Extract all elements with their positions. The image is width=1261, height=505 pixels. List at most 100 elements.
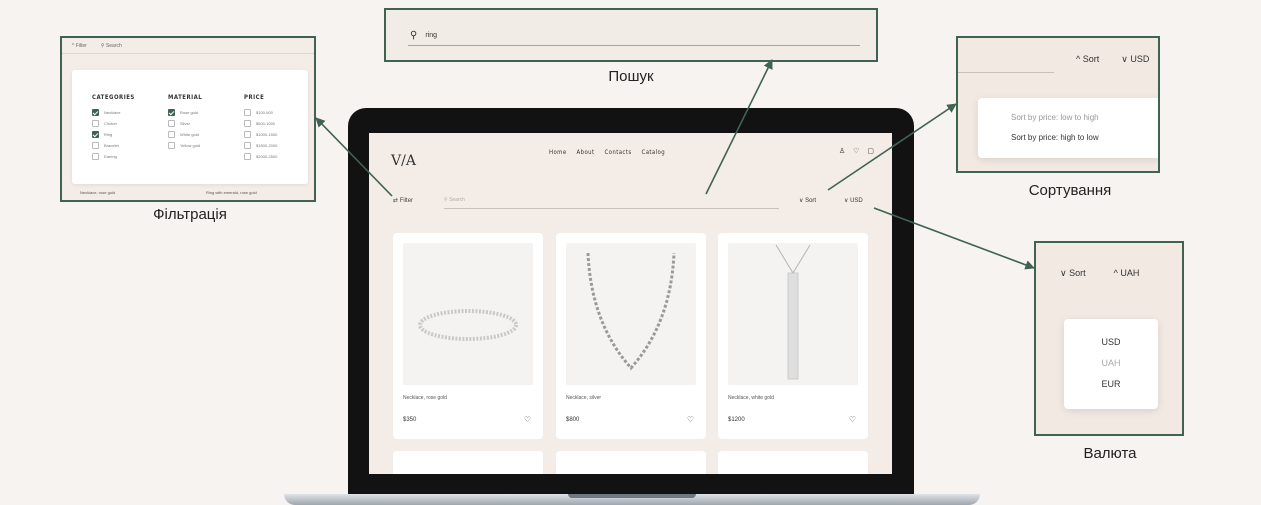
sort-toolbar: ^ Sort ∨ USD bbox=[1076, 54, 1149, 65]
search-field[interactable]: ⚲ ring bbox=[410, 30, 437, 41]
nav-catalog[interactable]: Catalog bbox=[642, 149, 666, 156]
heart-icon[interactable]: ♡ bbox=[853, 147, 859, 155]
user-icon[interactable]: ♙ bbox=[839, 147, 845, 155]
checkbox-icon[interactable] bbox=[168, 120, 175, 127]
product-image bbox=[403, 243, 533, 385]
sort-option-low-high[interactable]: Sort by price: low to high bbox=[1011, 113, 1158, 133]
nav-home[interactable]: Home bbox=[549, 149, 567, 156]
checkbox-icon[interactable] bbox=[168, 131, 175, 138]
filter-column-title: MATERIAL bbox=[168, 94, 203, 101]
checkbox-icon[interactable] bbox=[92, 120, 99, 127]
filter-option[interactable]: $500-1000 bbox=[244, 118, 277, 129]
currency-button[interactable]: ^ UAH bbox=[1114, 268, 1140, 279]
product-price: $350 bbox=[403, 417, 417, 423]
filter-toggle[interactable]: ^ Filter bbox=[72, 43, 87, 49]
filter-callout: ^ Filter ⚲ Search CATEGORIES Necklace Ch… bbox=[60, 36, 316, 202]
product-name: Necklace, silver bbox=[566, 395, 602, 401]
product-card[interactable]: Necklace, silver $800 ♡ bbox=[556, 233, 706, 439]
currency-option-uah[interactable]: UAH bbox=[1064, 358, 1158, 379]
filter-option[interactable]: Choker bbox=[92, 118, 135, 129]
checkbox-checked-icon[interactable] bbox=[168, 109, 175, 116]
cart-icon[interactable]: ▢ bbox=[867, 147, 874, 155]
product-card[interactable] bbox=[718, 451, 868, 474]
currency-button[interactable]: ∨ USD bbox=[844, 197, 863, 204]
checkbox-icon[interactable] bbox=[244, 142, 251, 149]
filter-option[interactable]: Yellow gold bbox=[168, 140, 202, 151]
nav-about[interactable]: About bbox=[577, 149, 595, 156]
search-caption: Пошук bbox=[608, 68, 654, 85]
filter-option[interactable]: $1000-1500 bbox=[244, 129, 277, 140]
filter-option[interactable]: $100-500 bbox=[244, 107, 277, 118]
filter-option[interactable]: Ring bbox=[92, 129, 135, 140]
checkbox-icon[interactable] bbox=[168, 142, 175, 149]
filter-button[interactable]: ⇄ Filter bbox=[393, 197, 413, 204]
filter-option[interactable]: Earring bbox=[92, 151, 135, 162]
currency-option-eur[interactable]: EUR bbox=[1064, 379, 1158, 400]
filter-column-material: MATERIAL Rose gold Silver White gold Yel… bbox=[168, 94, 202, 151]
product-price: $800 bbox=[566, 417, 580, 423]
filter-option[interactable]: $1500-2000 bbox=[244, 140, 277, 151]
product-name: Necklace, rose gold bbox=[80, 190, 116, 195]
currency-option-usd[interactable]: USD bbox=[1064, 337, 1158, 358]
search-field[interactable]: ⚲ Search bbox=[101, 43, 122, 49]
filter-icon: ⇄ bbox=[393, 198, 399, 204]
chevron-down-icon: ∨ bbox=[799, 198, 804, 204]
product-card[interactable]: Necklace, rose gold $350 ♡ bbox=[393, 233, 543, 439]
search-query[interactable]: ring bbox=[425, 32, 437, 39]
product-names-row: Necklace, rose gold Ring with emerald, r… bbox=[62, 186, 314, 200]
sort-dropdown: Sort by price: low to high Sort by price… bbox=[978, 98, 1158, 158]
chevron-down-icon: ∨ bbox=[1121, 54, 1128, 64]
search-underline bbox=[408, 45, 860, 46]
checkbox-checked-icon[interactable] bbox=[92, 109, 99, 116]
checkbox-icon[interactable] bbox=[92, 153, 99, 160]
filter-option[interactable]: $2000-2500 bbox=[244, 151, 277, 162]
filter-option[interactable]: Necklace bbox=[92, 107, 135, 118]
checkbox-icon[interactable] bbox=[244, 109, 251, 116]
checkbox-icon[interactable] bbox=[92, 142, 99, 149]
currency-button[interactable]: ∨ USD bbox=[1121, 54, 1149, 65]
main-nav: Home About Contacts Catalog bbox=[549, 149, 665, 156]
filter-caption: Фільтрація bbox=[153, 206, 227, 223]
sort-button[interactable]: ∨ Sort bbox=[799, 197, 816, 204]
search-icon: ⚲ bbox=[100, 42, 105, 49]
sort-button[interactable]: ^ Sort bbox=[1076, 54, 1099, 65]
laptop-screen: V/A Home About Contacts Catalog ♙ ♡ ▢ ⇄ … bbox=[348, 108, 914, 494]
checkbox-icon[interactable] bbox=[244, 131, 251, 138]
product-image bbox=[566, 243, 696, 385]
product-image bbox=[728, 243, 858, 385]
currency-dropdown: USD UAH EUR bbox=[1064, 319, 1158, 409]
checkbox-icon[interactable] bbox=[244, 120, 251, 127]
sort-button[interactable]: ∨ Sort bbox=[1060, 268, 1086, 279]
filter-option[interactable]: Rose gold bbox=[168, 107, 202, 118]
site-logo[interactable]: V/A bbox=[391, 153, 416, 169]
chevron-up-icon: ^ bbox=[1113, 268, 1118, 278]
filter-toolbar: ^ Filter ⚲ Search bbox=[62, 38, 314, 54]
product-name: Necklace, rose gold bbox=[403, 395, 447, 401]
product-name: Ring with emerald, rose gold bbox=[206, 190, 257, 195]
checkbox-checked-icon[interactable] bbox=[92, 131, 99, 138]
sort-callout: ^ Sort ∨ USD Sort by price: low to high … bbox=[956, 36, 1160, 173]
checkbox-icon[interactable] bbox=[244, 153, 251, 160]
site-header: V/A Home About Contacts Catalog ♙ ♡ ▢ bbox=[369, 143, 892, 173]
filter-option[interactable]: White gold bbox=[168, 129, 202, 140]
chevron-down-icon: ∨ bbox=[1060, 268, 1067, 278]
chevron-up-icon: ^ bbox=[1076, 54, 1081, 64]
product-card[interactable] bbox=[393, 451, 543, 474]
nav-contacts[interactable]: Contacts bbox=[605, 149, 632, 156]
product-card[interactable]: Necklace, white gold $1200 ♡ bbox=[718, 233, 868, 439]
filter-column-title: PRICE bbox=[244, 94, 265, 101]
heart-icon[interactable]: ♡ bbox=[849, 415, 856, 424]
search-icon: ⚲ bbox=[444, 197, 448, 203]
currency-callout: ∨ Sort ^ UAH USD UAH EUR bbox=[1034, 241, 1184, 436]
filter-option[interactable]: Bracelet bbox=[92, 140, 135, 151]
currency-toolbar: ∨ Sort ^ UAH bbox=[1060, 268, 1139, 279]
sort-option-high-low[interactable]: Sort by price: high to low bbox=[1011, 133, 1158, 153]
currency-caption: Валюта bbox=[1083, 445, 1137, 462]
heart-icon[interactable]: ♡ bbox=[524, 415, 531, 424]
search-underline bbox=[444, 208, 779, 209]
heart-icon[interactable]: ♡ bbox=[687, 415, 694, 424]
filter-option[interactable]: Silver bbox=[168, 118, 202, 129]
search-input[interactable]: ⚲ Search bbox=[444, 197, 465, 203]
product-card[interactable] bbox=[556, 451, 706, 474]
filter-column-categories: CATEGORIES Necklace Choker Ring Bracelet… bbox=[92, 94, 135, 162]
